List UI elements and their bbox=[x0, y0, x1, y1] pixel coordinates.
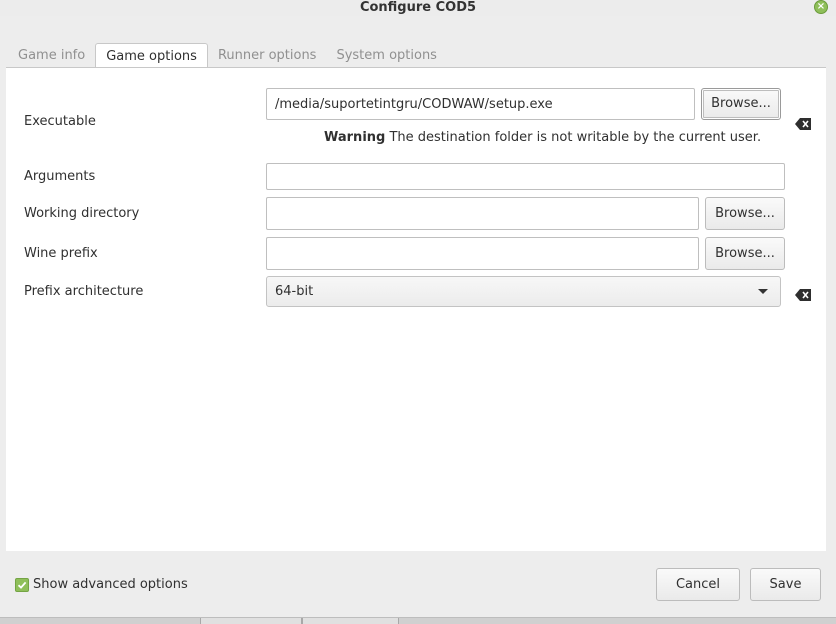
game-options-panel: Executable Browse... Warning The destina… bbox=[6, 67, 826, 551]
checkbox-checked[interactable] bbox=[15, 577, 29, 592]
save-button[interactable]: Save bbox=[750, 568, 821, 601]
checkmark-icon bbox=[17, 581, 27, 589]
title-bar: Configure COD5 × bbox=[0, 0, 836, 16]
executable-clear-icon[interactable] bbox=[795, 118, 811, 130]
close-button[interactable]: × bbox=[814, 0, 828, 14]
wine-prefix-input[interactable] bbox=[266, 237, 699, 270]
window-title: Configure COD5 bbox=[359, 0, 477, 15]
warning-strong: Warning bbox=[324, 130, 386, 145]
cancel-button[interactable]: Cancel bbox=[656, 568, 740, 601]
show-advanced-options-checkbox[interactable]: Show advanced options bbox=[15, 577, 188, 592]
chevron-down-icon bbox=[758, 289, 768, 294]
wine-prefix-browse-button[interactable]: Browse... bbox=[705, 237, 785, 270]
executable-label: Executable bbox=[24, 114, 96, 129]
close-icon: × bbox=[816, 1, 826, 12]
tab-bar: Game info Game options Runner options Sy… bbox=[8, 43, 447, 69]
tab-game-info[interactable]: Game info bbox=[8, 43, 95, 67]
tab-game-options[interactable]: Game options bbox=[95, 43, 208, 69]
executable-browse-button[interactable]: Browse... bbox=[701, 88, 781, 120]
warning-text: The destination folder is not writable b… bbox=[385, 130, 762, 145]
warning-message: Warning The destination folder is not wr… bbox=[324, 130, 761, 145]
prefix-architecture-label: Prefix architecture bbox=[24, 284, 144, 299]
working-directory-input[interactable] bbox=[266, 197, 699, 230]
working-directory-label: Working directory bbox=[24, 206, 140, 221]
working-directory-browse-button[interactable]: Browse... bbox=[705, 197, 785, 230]
wine-prefix-label: Wine prefix bbox=[24, 246, 98, 261]
arguments-label: Arguments bbox=[24, 169, 96, 184]
background-button-stub bbox=[200, 618, 302, 624]
background-button-stub bbox=[302, 618, 399, 624]
prefix-architecture-value: 64-bit bbox=[275, 284, 314, 299]
prefix-architecture-select[interactable]: 64-bit bbox=[266, 276, 781, 307]
prefix-architecture-clear-icon[interactable] bbox=[795, 289, 811, 301]
tab-system-options[interactable]: System options bbox=[326, 43, 447, 67]
executable-input[interactable] bbox=[266, 88, 695, 120]
arguments-input[interactable] bbox=[266, 163, 785, 190]
show-advanced-options-label: Show advanced options bbox=[33, 577, 188, 592]
tab-runner-options[interactable]: Runner options bbox=[208, 43, 327, 67]
